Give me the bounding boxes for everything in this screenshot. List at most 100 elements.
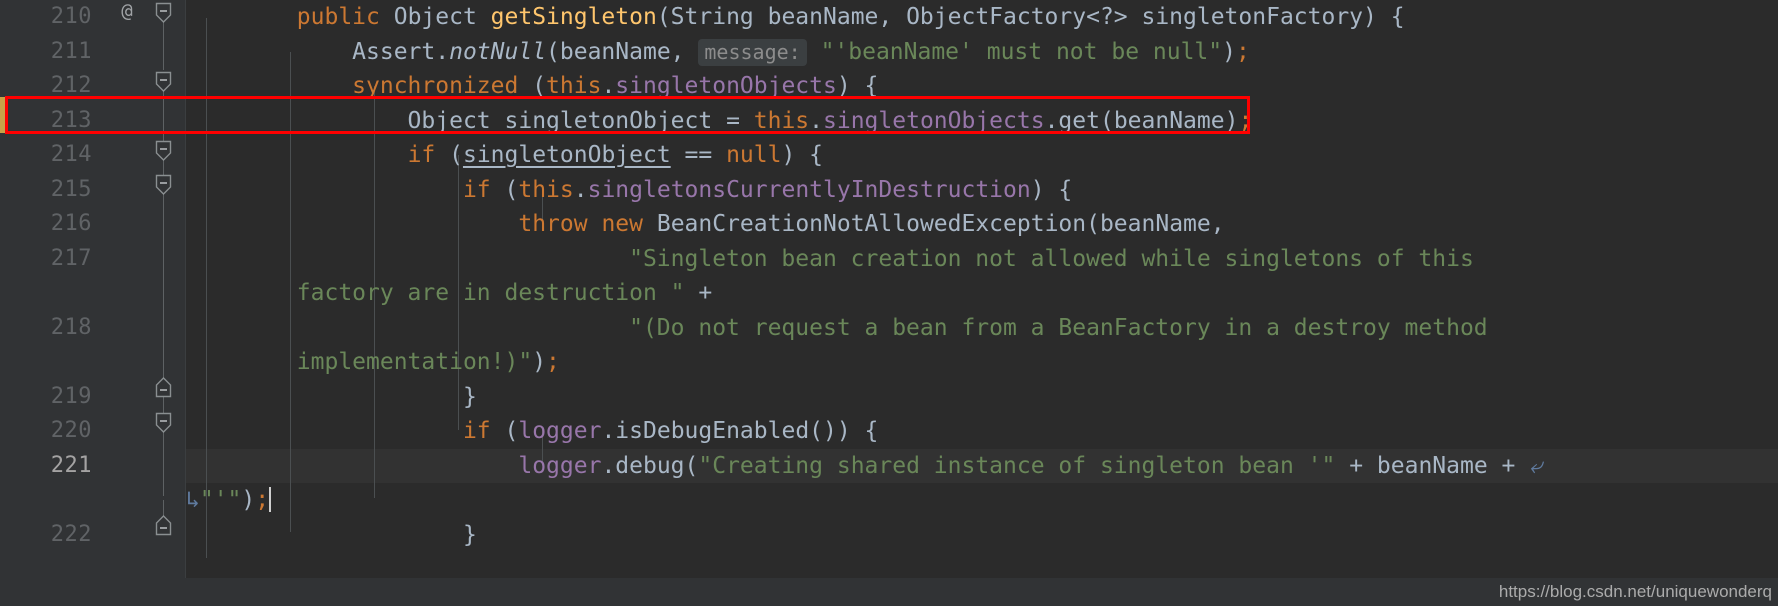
code-token: ( <box>518 73 547 99</box>
code-token: . <box>601 73 616 99</box>
text-caret <box>269 487 272 512</box>
code-line[interactable]: } <box>186 518 477 553</box>
code-token-keyword: new <box>601 211 643 237</box>
fold-marker-collapse-icon[interactable] <box>155 140 172 162</box>
code-token-string: "Singleton bean creation not allowed whi… <box>629 245 1474 272</box>
code-token-keyword: this <box>753 107 810 134</box>
line-number: 215 <box>50 176 92 202</box>
code-token: Object <box>186 107 505 134</box>
code-line[interactable]: if (this.singletonsCurrentlyInDestructio… <box>186 173 1072 208</box>
code-editor[interactable]: 210 211 212 213 214 215 216 217 218 219 … <box>0 0 1778 606</box>
code-token-string: "(Do not request a bean from a BeanFacto… <box>629 314 1488 341</box>
code-line[interactable]: throw new BeanCreationNotAllowedExceptio… <box>186 207 1224 242</box>
code-line-wrapped[interactable]: implementation!)"); <box>186 345 560 380</box>
watermark-url: https://blog.csdn.net/uniquewonderq <box>1498 582 1772 601</box>
code-token: ) { <box>781 142 824 168</box>
code-token: } <box>186 383 477 410</box>
code-line[interactable]: "(Do not request a bean from a BeanFacto… <box>186 311 1488 346</box>
code-token-keyword: this <box>546 73 602 99</box>
code-line[interactable]: "Singleton bean creation not allowed whi… <box>186 242 1474 277</box>
code-token-field: logger <box>518 452 602 479</box>
gutter-divider <box>185 0 186 606</box>
code-token: == <box>670 142 727 168</box>
code-token: ) { <box>836 73 879 99</box>
code-line-highlighted[interactable]: Object singletonObject = this.singletonO… <box>186 104 1253 139</box>
code-line-wrapped-current[interactable]: ↳"'"); <box>186 483 272 518</box>
code-token: ( <box>435 142 463 168</box>
code-token-keyword: null <box>726 142 782 168</box>
code-token-string: "Creating shared instance of singleton b… <box>698 452 1336 479</box>
code-token: .get(beanName) <box>1044 107 1239 134</box>
code-token: . <box>573 176 588 203</box>
fold-marker-collapse-icon[interactable] <box>155 71 172 93</box>
fold-marker-collapse-icon[interactable] <box>155 412 172 434</box>
code-token: ; <box>255 487 270 513</box>
line-number: 212 <box>50 73 92 98</box>
code-token-keyword: public <box>296 4 380 30</box>
code-line[interactable]: public Object getSingleton(String beanNa… <box>186 0 1405 35</box>
code-token: Object <box>379 4 491 30</box>
editor-gutter[interactable]: 210 211 212 213 214 215 216 217 218 219 … <box>0 0 186 606</box>
code-token-string: implementation!)" <box>296 349 533 375</box>
code-line-wrapped[interactable]: factory are in destruction " + <box>186 276 712 311</box>
code-token: ) <box>1222 38 1236 65</box>
line-number: 217 <box>50 245 92 271</box>
code-token-field: singletonObjects <box>823 107 1045 134</box>
override-method-icon[interactable]: @ <box>116 0 138 22</box>
code-token-identifier: singletonObject <box>462 142 671 168</box>
code-token: + beanName + <box>1335 452 1530 479</box>
code-line[interactable]: if (singletonObject == null) { <box>186 138 823 173</box>
fold-rail <box>163 18 164 70</box>
code-token: ; <box>546 349 560 375</box>
fold-marker-expand-icon[interactable] <box>155 376 172 398</box>
code-token-field: logger <box>518 418 602 444</box>
code-token: (String beanName, ObjectFactory<?> singl… <box>656 4 1405 30</box>
line-number: 213 <box>50 107 92 133</box>
code-token-string: "'" <box>199 487 242 513</box>
code-token: } <box>186 521 477 548</box>
code-line-current[interactable]: logger.debug("Creating shared instance o… <box>186 449 1542 484</box>
code-line[interactable]: if (logger.isDebugEnabled()) { <box>186 414 878 449</box>
code-token: ) { <box>1030 176 1073 203</box>
code-token-keyword: if <box>462 176 491 203</box>
code-token-keyword: throw <box>518 211 588 237</box>
code-token-string: "'beanName' must not be null" <box>820 38 1223 65</box>
fold-marker-collapse-icon[interactable] <box>155 174 172 196</box>
inlay-parameter-hint[interactable]: message: <box>698 38 807 66</box>
code-token: + <box>684 280 713 306</box>
line-number: 219 <box>50 383 92 409</box>
code-line[interactable]: Assert.notNull(beanName, message: "'bean… <box>186 35 1250 70</box>
fold-marker-expand-icon[interactable] <box>155 514 172 536</box>
fold-marker-collapse-icon[interactable] <box>155 2 172 24</box>
code-line[interactable]: synchronized (this.singletonObjects) { <box>186 69 878 104</box>
code-token: . <box>809 107 824 134</box>
code-token-keyword: synchronized <box>352 73 519 99</box>
line-number: 218 <box>50 314 92 340</box>
code-token: .isDebugEnabled()) { <box>601 418 879 444</box>
code-line[interactable]: } <box>186 380 477 415</box>
code-text-area[interactable]: public Object getSingleton(String beanNa… <box>186 0 1778 606</box>
code-token: .debug( <box>601 452 699 479</box>
code-token: ; <box>1236 38 1250 65</box>
line-number: 210 <box>50 4 92 29</box>
code-token-keyword: if <box>407 142 436 168</box>
code-token: = <box>712 107 754 134</box>
code-token: Assert. <box>186 38 450 65</box>
code-token-field: singletonObjects <box>615 73 837 99</box>
line-number: 211 <box>50 38 92 64</box>
line-number: 222 <box>50 521 92 547</box>
soft-wrap-arrow-icon: ⤶ <box>1529 452 1543 479</box>
